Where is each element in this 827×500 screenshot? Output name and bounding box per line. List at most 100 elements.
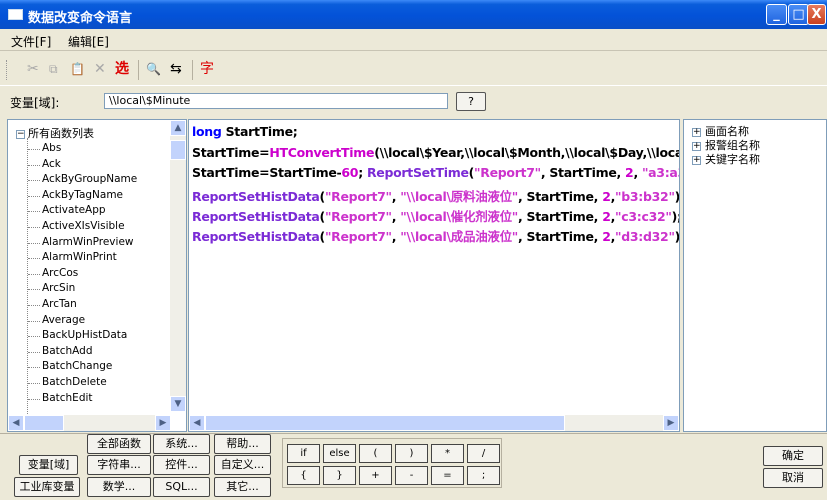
ok-button[interactable]: 确定 <box>763 446 823 466</box>
tree-connector <box>28 336 40 338</box>
function-list-item[interactable]: Average <box>42 314 85 326</box>
toolbar-grip <box>6 60 9 80</box>
function-list-item[interactable]: AlarmWinPrint <box>42 251 117 263</box>
tree-node-keywords[interactable]: + 关键字名称 <box>692 151 760 167</box>
code-editor[interactable]: long StartTime; StartTime=HTConvertTime(… <box>188 119 680 432</box>
tree-root-label: 所有函数列表 <box>28 127 94 140</box>
toolbar-separator <box>192 60 193 80</box>
operator-multiply-button[interactable]: * <box>431 444 464 463</box>
scroll-left-icon[interactable]: ◀ <box>8 415 24 431</box>
tree-connector <box>28 305 40 306</box>
scroll-left-icon[interactable]: ◀ <box>189 415 205 431</box>
name-list-panel[interactable]: + 画面名称 + 报警组名称 + 关键字名称 <box>683 119 827 432</box>
minimize-button[interactable]: _ <box>766 4 787 25</box>
toolbar: ✂ ⧉ 📋 ✕ 选 🔍 ⇆ 字 <box>0 52 827 86</box>
replace-icon[interactable]: ⇆ <box>170 60 182 78</box>
variable-label: 变量[域]: <box>10 96 60 110</box>
tree-connector <box>28 180 40 182</box>
operator-lparen-button[interactable]: ( <box>359 444 392 463</box>
operator-rparen-button[interactable]: ) <box>395 444 428 463</box>
function-list-item[interactable]: ArcSin <box>42 282 75 294</box>
other-functions-button[interactable]: 其它... <box>214 477 271 497</box>
scroll-down-icon[interactable]: ▼ <box>170 396 186 412</box>
operator-else-button[interactable]: else <box>323 444 356 463</box>
help-button[interactable]: 帮助... <box>214 434 271 454</box>
operator-rbrace-button[interactable]: } <box>323 466 356 485</box>
tree-node-label: 关键字名称 <box>705 153 760 166</box>
code-line: StartTime=StartTime-60; ReportSetTime("R… <box>192 165 679 180</box>
function-list-item[interactable]: AckByGroupName <box>42 173 137 185</box>
variable-browse-button[interactable]: ? <box>456 92 486 111</box>
function-list-item[interactable]: BackUpHistData <box>42 329 127 341</box>
all-functions-button[interactable]: 全部函数 <box>87 434 151 454</box>
collapse-icon[interactable]: − <box>16 129 25 139</box>
tree-connector <box>28 367 40 369</box>
cut-icon[interactable]: ✂ <box>27 60 39 78</box>
function-list-item[interactable]: BatchEdit <box>42 392 93 404</box>
system-functions-button[interactable]: 系统... <box>153 434 210 454</box>
tree-connector <box>28 320 40 322</box>
scroll-thumb[interactable] <box>170 140 186 160</box>
scroll-thumb[interactable] <box>205 415 565 431</box>
operator-equals-button[interactable]: = <box>431 466 464 485</box>
delete-icon[interactable]: ✕ <box>94 60 106 78</box>
expand-icon[interactable]: + <box>692 141 701 151</box>
tree-connector <box>28 351 40 353</box>
tree-connector <box>28 242 40 244</box>
select-icon[interactable]: 选 <box>115 60 129 78</box>
menu-file[interactable]: 文件[F] <box>11 33 51 50</box>
window-title: 数据改变命令语言 <box>28 11 133 26</box>
tree-connector <box>28 149 40 150</box>
operator-lbrace-button[interactable]: { <box>287 466 320 485</box>
paste-icon[interactable]: 📋 <box>70 60 85 78</box>
function-list-item[interactable]: ActiveXIsVisible <box>42 220 125 232</box>
sql-functions-button[interactable]: SQL... <box>153 477 210 497</box>
function-list-item[interactable]: ActivateApp <box>42 204 106 216</box>
function-list-item[interactable]: AckByTagName <box>42 189 123 201</box>
find-icon[interactable]: 🔍 <box>146 60 161 78</box>
function-list-item[interactable]: ArcCos <box>42 267 78 279</box>
math-functions-button[interactable]: 数学... <box>87 477 151 497</box>
code-line: StartTime=HTConvertTime(\\local\$Year,\\… <box>192 145 680 160</box>
scroll-right-icon[interactable]: ▶ <box>663 415 679 431</box>
function-list-item[interactable]: Abs <box>42 142 61 154</box>
function-list-hscroll[interactable]: ◀ ▶ <box>8 415 171 431</box>
cancel-button[interactable]: 取消 <box>763 468 823 488</box>
scroll-thumb[interactable] <box>24 415 64 431</box>
control-functions-button[interactable]: 控件... <box>153 455 210 475</box>
variable-domain-button[interactable]: 变量[域] <box>19 455 78 475</box>
expand-icon[interactable]: + <box>692 155 701 165</box>
tree-connector <box>28 273 40 275</box>
function-list-item[interactable]: BatchDelete <box>42 376 107 388</box>
function-list-item[interactable]: BatchChange <box>42 360 112 372</box>
variable-input[interactable]: \\local\$Minute <box>104 93 448 109</box>
operator-minus-button[interactable]: - <box>395 466 428 485</box>
editor-hscroll[interactable]: ◀ ▶ <box>189 415 679 431</box>
custom-functions-button[interactable]: 自定义... <box>214 455 271 475</box>
tree-connector <box>28 227 40 228</box>
menu-bar: 文件[F] 编辑[E] <box>0 29 827 51</box>
function-list-item[interactable]: AlarmWinPreview <box>42 236 134 248</box>
function-list-item[interactable]: ArcTan <box>42 298 77 310</box>
scroll-right-icon[interactable]: ▶ <box>155 415 171 431</box>
operator-divide-button[interactable]: / <box>467 444 500 463</box>
code-line: ReportSetHistData("Report7", "\\local\原料… <box>192 189 680 204</box>
function-list-panel[interactable]: − 所有函数列表 Abs Ack AckByGroupName AckByTagName… <box>7 119 187 432</box>
function-list-item[interactable]: Ack <box>42 158 61 170</box>
db-variable-button[interactable]: 工业库变量 <box>14 477 80 497</box>
function-list-item[interactable]: BatchAdd <box>42 345 93 357</box>
maximize-button[interactable]: □ <box>788 4 809 25</box>
menu-edit[interactable]: 编辑[E] <box>68 33 109 50</box>
font-icon[interactable]: 字 <box>200 60 214 78</box>
copy-icon[interactable]: ⧉ <box>49 60 58 78</box>
expand-icon[interactable]: + <box>692 127 701 137</box>
close-button[interactable]: X <box>807 4 826 25</box>
operator-if-button[interactable]: if <box>287 444 320 463</box>
operator-plus-button[interactable]: + <box>359 466 392 485</box>
title-bar: 数据改变命令语言 _ □ X <box>0 0 827 29</box>
tree-connector <box>28 289 40 291</box>
scroll-up-icon[interactable]: ▲ <box>170 120 186 136</box>
function-list-vscroll[interactable]: ▲ ▼ <box>170 120 186 412</box>
string-functions-button[interactable]: 字符串... <box>87 455 151 475</box>
operator-semicolon-button[interactable]: ; <box>467 466 500 485</box>
